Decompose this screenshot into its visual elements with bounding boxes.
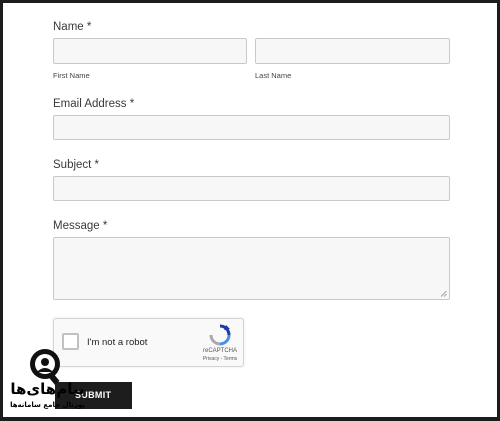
message-field[interactable] <box>53 237 450 300</box>
email-input[interactable] <box>54 116 449 139</box>
recaptcha-logo-icon <box>209 324 231 346</box>
last-name-input[interactable] <box>256 39 449 63</box>
name-label: Name * <box>53 21 92 33</box>
message-label: Message * <box>53 220 108 232</box>
watermark-title: پیام‌های‌ها <box>10 380 85 398</box>
last-name-sublabel: Last Name <box>255 71 292 80</box>
subject-input[interactable] <box>54 177 449 200</box>
recaptcha-terms[interactable]: Privacy - Terms <box>200 356 240 362</box>
watermark-logo: پیام‌های‌ها پورتال جامع سامانه‌ها <box>5 346 90 414</box>
recaptcha-brand: reCAPTCHA <box>202 348 237 354</box>
email-field[interactable] <box>53 115 450 140</box>
last-name-field[interactable] <box>255 38 450 64</box>
watermark-subtitle: پورتال جامع سامانه‌ها <box>10 401 85 409</box>
resize-handle-icon[interactable] <box>440 290 447 297</box>
first-name-sublabel: First Name <box>53 71 90 80</box>
recaptcha-text: I'm not a robot <box>87 337 148 348</box>
first-name-field[interactable] <box>53 38 247 64</box>
subject-label: Subject * <box>53 159 100 171</box>
first-name-input[interactable] <box>54 39 246 63</box>
email-label: Email Address * <box>53 98 135 110</box>
message-textarea[interactable] <box>54 238 449 299</box>
subject-field[interactable] <box>53 176 450 201</box>
